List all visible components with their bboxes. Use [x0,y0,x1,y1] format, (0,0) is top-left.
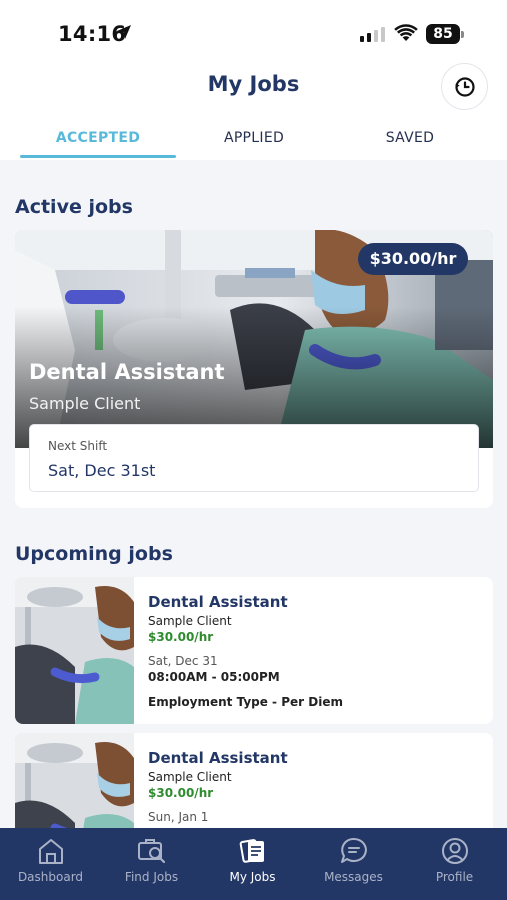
home-icon [39,839,63,864]
nav-dashboard[interactable]: Dashboard [0,828,101,900]
find-jobs-icon [138,839,166,864]
profile-icon [442,838,468,864]
nav-label: Profile [435,870,474,884]
nav-label: Find Jobs [124,870,179,884]
job-client: Sample Client [148,614,232,628]
nav-label: My Jobs [229,870,276,884]
header: My Jobs ACCEPTED APPLIED SAVED [0,62,507,160]
active-job-title: Dental Assistant [29,360,225,384]
clock-history-icon [454,76,475,97]
nav-label: Messages [324,870,383,884]
job-rate: $30.00/hr [148,630,214,644]
job-thumbnail [15,577,134,724]
nav-label: Dashboard [17,870,84,884]
nav-find-jobs[interactable]: Find Jobs [101,828,202,900]
tab-saved[interactable]: SAVED [332,130,488,146]
job-title: Dental Assistant [148,749,288,767]
job-client: Sample Client [148,770,232,784]
cellular-signal-icon [360,26,385,42]
my-jobs-icon [239,839,264,863]
my-jobs-screen: 14:16 85 My Jobs ACCEPTED APPLIED SAVED … [0,0,507,900]
battery-cap [461,31,464,38]
wifi-icon [394,24,418,41]
page-title: My Jobs [207,72,300,96]
upcoming-job-card[interactable]: Dental Assistant Sample Client $30.00/hr… [15,577,493,724]
status-bar: 14:16 85 [0,0,507,62]
active-job-card[interactable]: $30.00/hr Dental Assistant Sample Client… [15,230,493,508]
tab-applied[interactable]: APPLIED [176,130,332,146]
nav-messages[interactable]: Messages [303,828,404,900]
job-date: Sun, Jan 1 [148,810,209,824]
job-time: 08:00AM - 05:00PM [148,670,280,684]
location-arrow-icon [117,25,131,39]
tab-accepted[interactable]: ACCEPTED [20,130,176,146]
active-tab-indicator [20,155,176,158]
history-button[interactable] [441,63,488,110]
job-title: Dental Assistant [148,593,288,611]
job-rate: $30.00/hr [148,786,214,800]
active-jobs-heading: Active jobs [15,196,133,218]
bottom-nav: Dashboard Find Jobs My Jobs Messages Pro… [0,828,507,900]
next-shift-label: Next Shift [48,439,108,453]
nav-my-jobs[interactable]: My Jobs [202,828,303,900]
active-job-client: Sample Client [29,394,141,413]
job-employment-type: Employment Type - Per Diem [148,695,343,709]
next-shift-date: Sat, Dec 31st [48,461,156,480]
battery-level: 85 [426,24,460,44]
job-date: Sat, Dec 31 [148,654,218,668]
messages-icon [341,837,367,863]
rate-badge: $30.00/hr [358,243,468,275]
nav-profile[interactable]: Profile [404,828,505,900]
upcoming-jobs-heading: Upcoming jobs [15,543,173,565]
next-shift-box: Next Shift Sat, Dec 31st [29,424,479,492]
